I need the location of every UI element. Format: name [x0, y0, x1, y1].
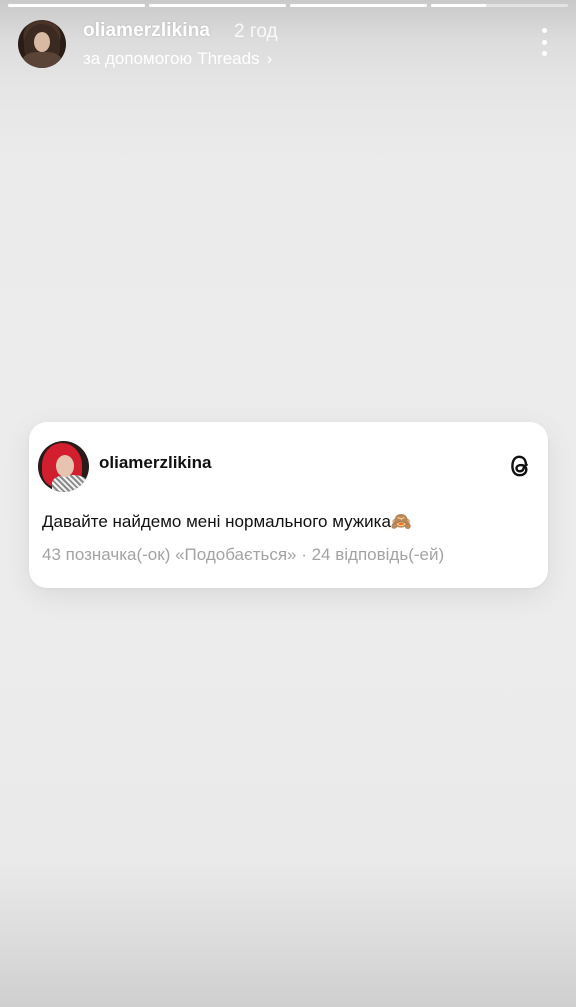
card-avatar — [38, 441, 89, 492]
threads-logo-icon — [511, 455, 528, 477]
via-threads-link[interactable]: за допомогою Threads › — [83, 49, 272, 69]
progress-segment — [290, 4, 427, 7]
progress-segment — [149, 4, 286, 7]
progress-segment-fill — [8, 4, 145, 7]
story-username[interactable]: oliamerzlikina — [83, 20, 210, 42]
avatar[interactable] — [18, 20, 66, 68]
card-post-stats: 43 позначка(-ок) «Подобається» · 24 відп… — [42, 545, 445, 564]
story-progress-bar — [8, 4, 568, 7]
progress-segment — [431, 4, 568, 7]
story-background: oliamerzlikina 2 год за допомогою Thread… — [0, 0, 576, 1007]
story-timestamp: 2 год — [234, 21, 278, 42]
chevron-right-icon: › — [266, 49, 273, 68]
progress-segment-fill — [290, 4, 427, 7]
progress-segment — [8, 4, 145, 7]
more-vertical-icon[interactable] — [540, 28, 548, 56]
threads-post-card[interactable]: oliamerzlikina Давайте найдемо мені норм… — [29, 422, 548, 588]
via-prefix: за допомогою — [83, 49, 193, 68]
progress-segment-fill — [149, 4, 286, 7]
story-header: oliamerzlikina 2 год за допомогою Thread… — [18, 20, 558, 70]
card-username: oliamerzlikina — [99, 453, 212, 472]
card-post-text: Давайте найдемо мені нормального мужика🙈 — [42, 512, 413, 531]
via-app-name: Threads — [197, 49, 260, 68]
progress-segment-fill — [431, 4, 486, 7]
